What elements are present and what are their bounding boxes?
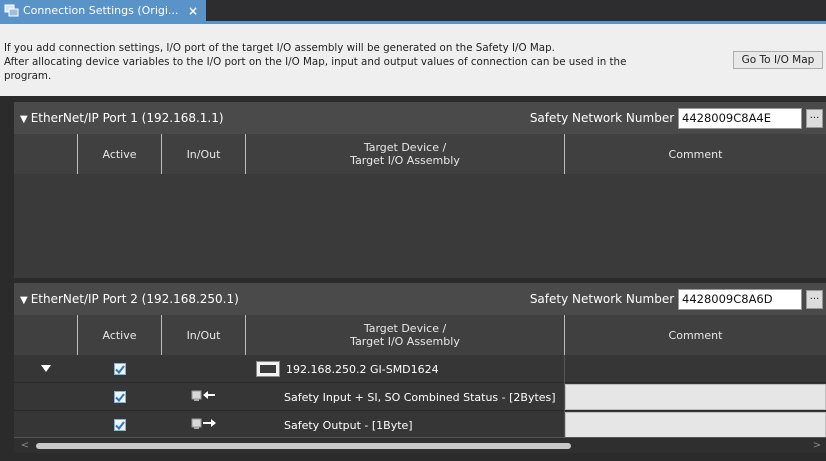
comment-field[interactable] (565, 384, 826, 410)
go-to-io-map-button[interactable]: Go To I/O Map (733, 51, 823, 69)
safety-network-number-field[interactable]: 4428009C8A4E (678, 108, 802, 129)
column-header-active: Active (78, 315, 162, 355)
column-header-comment: Comment (668, 328, 723, 342)
port-1-title-text: EtherNet/IP Port 1 (192.168.1.1) (30, 111, 224, 125)
safety-network-number-field[interactable]: 4428009C8A6D (678, 289, 802, 310)
device-icon (256, 361, 280, 377)
column-header-comment: Comment (668, 147, 723, 161)
port-1-title[interactable]: ▼ EtherNet/IP Port 1 (192.168.1.1) (20, 111, 224, 125)
comment-cell (565, 355, 826, 383)
input-direction-icon (191, 389, 217, 406)
close-icon[interactable]: × (186, 4, 200, 18)
port-1-column-headers: Active In/Out Target Device / Target I/O … (14, 134, 826, 174)
port-2-column-headers: Active In/Out Target Device / Target I/O … (14, 315, 826, 355)
output-direction-icon (191, 417, 217, 434)
active-checkbox[interactable] (114, 419, 126, 431)
port-2-header: ▼ EtherNet/IP Port 2 (192.168.250.1) Safe… (14, 283, 826, 315)
column-header-expand (14, 315, 78, 355)
port-1-header: ▼ EtherNet/IP Port 1 (192.168.1.1) Safety… (14, 102, 826, 134)
port-1-grid-body (14, 174, 826, 278)
active-checkbox-cell (78, 411, 162, 439)
port-2-panel: ▼ EtherNet/IP Port 2 (192.168.250.1) Safe… (14, 283, 826, 439)
safety-network-number-browse-button[interactable]: ... (806, 290, 823, 309)
scrollbar-thumb[interactable] (36, 443, 571, 449)
column-header-inout: In/Out (162, 134, 246, 174)
target-device-text: 192.168.250.2 GI-SMD1624 (286, 362, 439, 376)
comment-field[interactable] (565, 412, 826, 438)
column-header-expand (14, 134, 78, 174)
active-checkbox-cell (78, 355, 162, 383)
column-header-target-line-2: Target I/O Assembly (350, 335, 460, 348)
port-2-title-text: EtherNet/IP Port 2 (192.168.250.1) (30, 292, 239, 306)
column-header-target-line-1: Target Device / (363, 322, 447, 335)
scroll-right-arrow-icon[interactable]: > (810, 440, 824, 452)
inout-cell (162, 355, 246, 383)
connection-settings-icon (4, 4, 19, 17)
column-header-target: Target Device / Target I/O Assembly (246, 315, 565, 355)
column-header-active: Active (78, 134, 162, 174)
info-line-1: If you add connection settings, I/O port… (4, 42, 555, 54)
table-row-safety-input[interactable]: Safety Input + SI, SO Combined Status - … (14, 383, 826, 411)
collapse-triangle-icon[interactable]: ▼ (20, 114, 28, 125)
target-cell: Safety Input + SI, SO Combined Status - … (246, 383, 565, 411)
port-2-title[interactable]: ▼ EtherNet/IP Port 2 (192.168.250.1) (20, 292, 239, 306)
port-2-grid-body: 192.168.250.2 GI-SMD1624 Safety Input + … (14, 355, 826, 439)
safety-network-number-browse-button[interactable]: ... (806, 109, 823, 128)
expand-toggle-icon[interactable] (14, 355, 78, 383)
scroll-left-arrow-icon[interactable]: < (18, 440, 32, 452)
column-header-target-line-2: Target I/O Assembly (350, 154, 460, 167)
table-row-device[interactable]: 192.168.250.2 GI-SMD1624 (14, 355, 826, 383)
info-line-3: program. (4, 70, 52, 82)
expand-cell (14, 383, 78, 411)
target-cell: 192.168.250.2 GI-SMD1624 (246, 355, 565, 383)
inout-cell (162, 383, 246, 411)
active-checkbox-cell (78, 383, 162, 411)
active-checkbox[interactable] (114, 363, 126, 375)
active-checkbox[interactable] (114, 391, 126, 403)
target-assembly-text: Safety Input + SI, SO Combined Status - … (284, 390, 556, 404)
safety-network-number-label: Safety Network Number : (529, 292, 682, 306)
safety-network-number-label: Safety Network Number : (529, 111, 682, 125)
table-row-safety-output[interactable]: Safety Output - [1Byte] (14, 411, 826, 439)
tab-connection-settings[interactable]: Connection Settings (Origi... × (0, 0, 206, 21)
port-1-panel: ▼ EtherNet/IP Port 1 (192.168.1.1) Safety… (14, 102, 826, 278)
inout-cell (162, 411, 246, 439)
target-assembly-text: Safety Output - [1Byte] (284, 418, 413, 432)
column-header-target: Target Device / Target I/O Assembly (246, 134, 565, 174)
target-cell: Safety Output - [1Byte] (246, 411, 565, 439)
info-line-2: After allocating device variables to the… (4, 56, 627, 68)
column-header-inout: In/Out (162, 315, 246, 355)
column-header-target-line-1: Target Device / (363, 141, 447, 154)
collapse-triangle-icon[interactable]: ▼ (20, 295, 28, 306)
info-text: If you add connection settings, I/O port… (4, 41, 724, 83)
tab-label: Connection Settings (Origi... (23, 4, 179, 17)
expand-cell (14, 411, 78, 439)
document-tab-strip: Connection Settings (Origi... × (0, 0, 826, 24)
horizontal-scrollbar[interactable]: < > (14, 437, 826, 453)
info-area: If you add connection settings, I/O port… (0, 24, 826, 96)
